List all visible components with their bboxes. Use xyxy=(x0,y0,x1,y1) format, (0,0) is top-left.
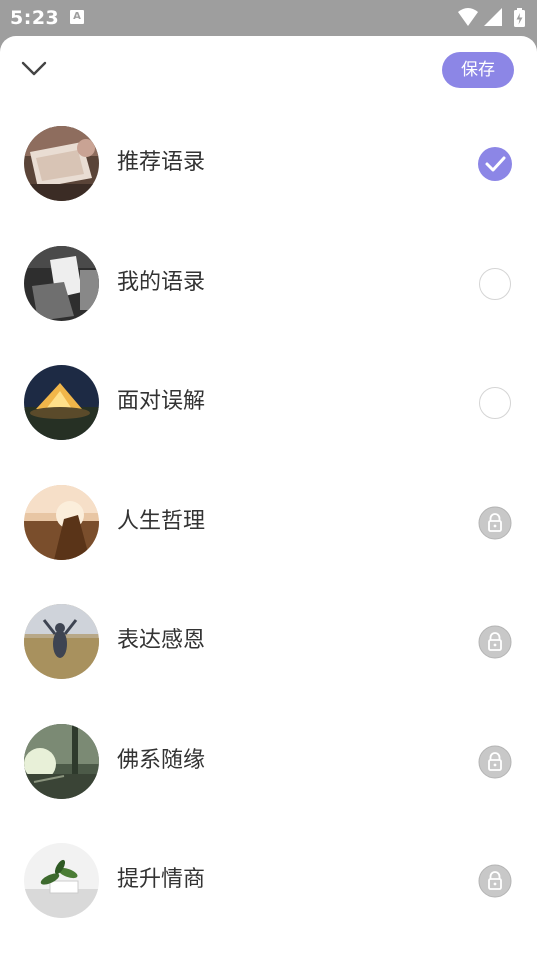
category-image xyxy=(24,365,99,440)
lock-icon[interactable] xyxy=(478,506,512,540)
list-item[interactable]: 表达感恩 xyxy=(0,582,537,702)
item-label: 提升情商 xyxy=(117,867,206,892)
status-icons xyxy=(457,7,527,29)
selected-check-icon[interactable] xyxy=(477,146,513,182)
list-item[interactable]: 提升情商 xyxy=(0,821,537,941)
list-item[interactable]: 佛系随缘 xyxy=(0,702,537,822)
wifi-icon xyxy=(458,8,478,26)
category-image xyxy=(24,484,99,560)
category-list: 推荐语录 我的语录 面对误解 人生哲理 表达感恩 佛系随缘 提升情商 xyxy=(0,104,537,941)
item-label: 推荐语录 xyxy=(117,150,206,175)
lock-icon[interactable] xyxy=(478,745,512,779)
category-image xyxy=(24,245,99,321)
close-button[interactable] xyxy=(18,54,52,84)
item-label: 面对误解 xyxy=(117,389,206,414)
item-label: 人生哲理 xyxy=(117,508,206,534)
notification-icon: A xyxy=(70,10,84,24)
save-button[interactable]: 保存 xyxy=(442,52,514,88)
status-bar: 5:23 A xyxy=(0,0,537,36)
item-label: 佛系随缘 xyxy=(117,747,206,773)
list-item[interactable]: 人生哲理 xyxy=(0,463,537,583)
category-image xyxy=(24,604,99,679)
battery-icon xyxy=(514,8,525,27)
lock-icon[interactable] xyxy=(478,864,512,898)
signal-icon xyxy=(484,8,502,26)
list-item[interactable]: 我的语录 xyxy=(0,224,537,344)
category-image xyxy=(24,723,99,799)
category-sheet: 保存 推荐语录 我的语录 面对误解 人生哲理 表达感恩 佛系随缘 提升情商 xyxy=(0,36,537,956)
list-item[interactable]: 面对误解 xyxy=(0,343,537,463)
item-label: 我的语录 xyxy=(117,269,206,295)
item-label: 表达感恩 xyxy=(117,628,206,653)
list-item[interactable]: 推荐语录 xyxy=(0,104,537,224)
unselected-radio-icon[interactable] xyxy=(479,387,511,419)
unselected-radio-icon[interactable] xyxy=(479,267,511,300)
category-image xyxy=(24,843,99,918)
lock-icon[interactable] xyxy=(478,625,512,659)
chevron-down-icon xyxy=(21,61,47,76)
status-time: 5:23 xyxy=(10,7,60,29)
category-image xyxy=(24,126,99,201)
